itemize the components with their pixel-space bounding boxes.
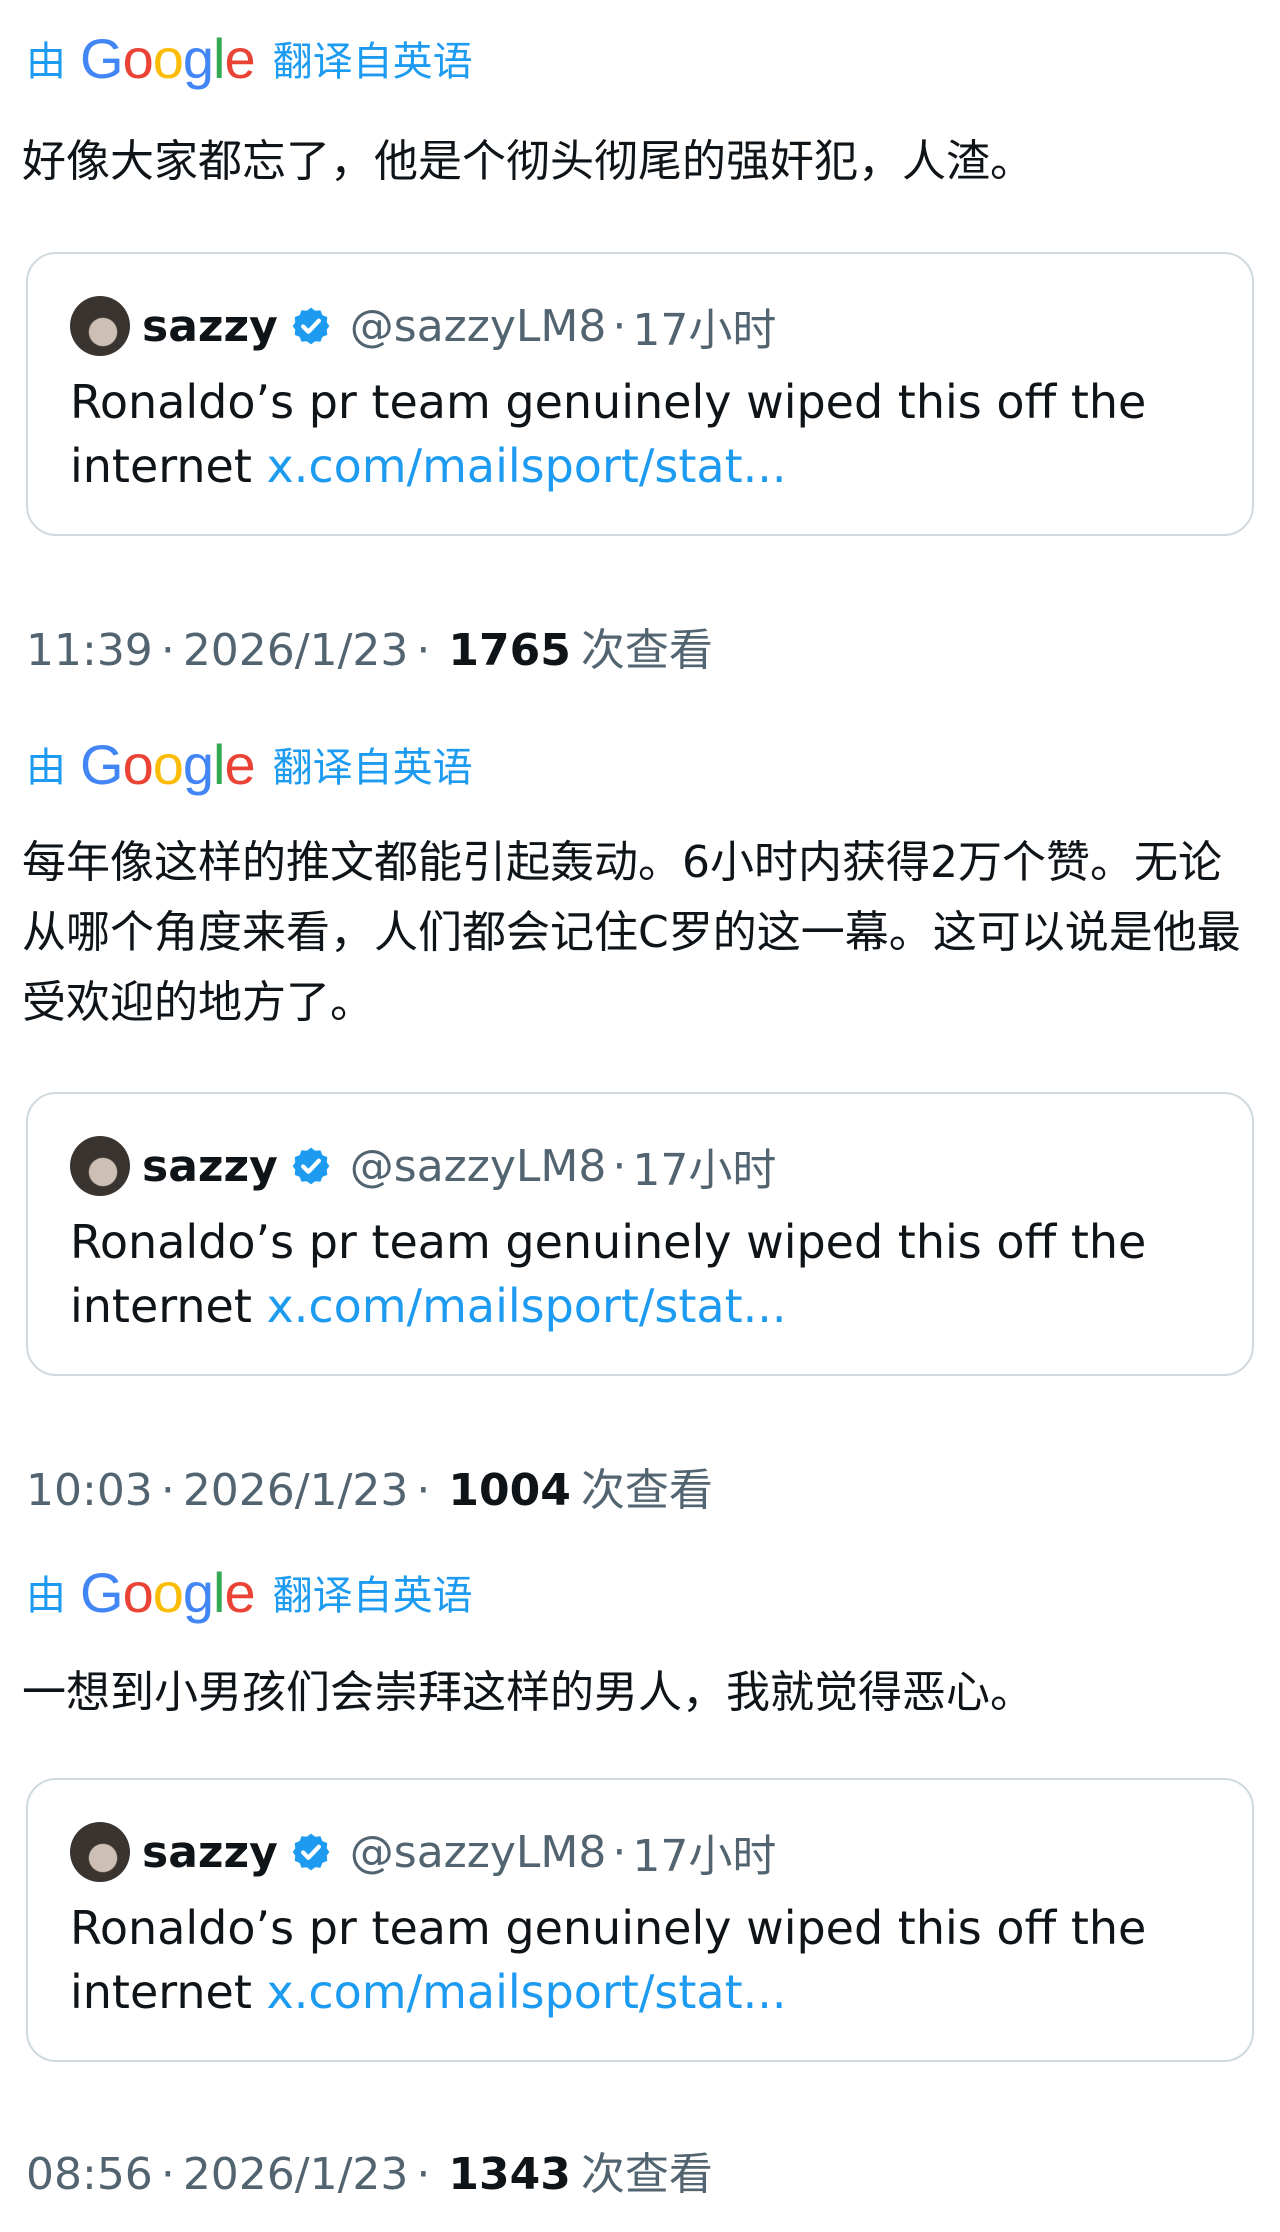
separator: · (160, 625, 175, 676)
quote-time[interactable]: 17小时 (632, 1134, 776, 1198)
translated-by-google[interactable]: 由 Google 翻译自英语 (26, 26, 473, 90)
quote-header: sazzy @sazzyLM8 · 17小时 (70, 296, 776, 356)
translate-suffix: 翻译自英语 (272, 745, 473, 791)
separator: · (416, 625, 431, 676)
translated-by-google[interactable]: 由 Google 翻译自英语 (26, 1560, 473, 1624)
views-label: 次查看 (580, 1465, 713, 1516)
quoted-tweet[interactable]: sazzy @sazzyLM8 · 17小时 Ronaldo’s pr team… (26, 1778, 1254, 2062)
translate-suffix: 翻译自英语 (272, 39, 473, 85)
quote-handle[interactable]: @sazzyLM8 (350, 301, 607, 352)
quote-header: sazzy @sazzyLM8 · 17小时 (70, 1822, 776, 1882)
verified-badge-icon (292, 307, 330, 345)
quoted-tweet[interactable]: sazzy @sazzyLM8 · 17小时 Ronaldo’s pr team… (26, 252, 1254, 536)
quote-handle[interactable]: @sazzyLM8 (350, 1827, 607, 1878)
quote-author-name[interactable]: sazzy (142, 301, 278, 352)
translate-prefix: 由 (26, 1573, 66, 1619)
quote-time[interactable]: 17小时 (632, 1820, 776, 1884)
quote-author-name[interactable]: sazzy (142, 1827, 278, 1878)
post-time[interactable]: 10:03 (26, 1465, 153, 1516)
tweet-text: 好像大家都忘了，他是个彻头彻尾的强奸犯，人渣。 (22, 136, 1034, 187)
post-time[interactable]: 08:56 (26, 2149, 153, 2200)
quote-separator: · (612, 1826, 627, 1878)
post-timestamp: 10:03 · 2026/1/23 · 1004 次查看 (26, 1454, 713, 1518)
separator: · (160, 2149, 175, 2200)
post-date[interactable]: 2026/1/23 (183, 625, 409, 676)
translate-prefix: 由 (26, 745, 66, 791)
views-label: 次查看 (580, 625, 713, 676)
quote-separator: · (612, 300, 627, 352)
view-count: 1765 (448, 625, 571, 676)
views-label: 次查看 (580, 2149, 713, 2200)
quote-body: Ronaldo’s pr team genuinely wiped this o… (70, 370, 1216, 498)
quoted-tweet[interactable]: sazzy @sazzyLM8 · 17小时 Ronaldo’s pr team… (26, 1092, 1254, 1376)
avatar[interactable] (70, 1822, 130, 1882)
separator: · (416, 2149, 431, 2200)
translate-prefix: 由 (26, 39, 66, 85)
separator: · (160, 1465, 175, 1516)
quote-time[interactable]: 17小时 (632, 294, 776, 358)
quote-separator: · (612, 1140, 627, 1192)
post-1: 由 Google 翻译自英语 好像大家都忘了，他是个彻头彻尾的强奸犯，人渣。 s… (0, 0, 1280, 700)
post-date[interactable]: 2026/1/23 (183, 2149, 409, 2200)
verified-badge-icon (292, 1147, 330, 1185)
tweet-text: 一想到小男孩们会崇拜这样的男人，我就觉得恶心。 (22, 1667, 1034, 1718)
verified-badge-icon (292, 1833, 330, 1871)
translated-by-google[interactable]: 由 Google 翻译自英语 (26, 732, 473, 796)
google-logo: Google (80, 1560, 256, 1624)
avatar[interactable] (70, 1136, 130, 1196)
view-count: 1343 (448, 2149, 571, 2200)
google-logo: Google (80, 26, 256, 90)
post-time[interactable]: 11:39 (26, 625, 153, 676)
quote-body: Ronaldo’s pr team genuinely wiped this o… (70, 1210, 1216, 1338)
quote-header: sazzy @sazzyLM8 · 17小时 (70, 1136, 776, 1196)
quote-link[interactable]: x.com/mailsport/stat... (267, 439, 787, 493)
quote-author-name[interactable]: sazzy (142, 1141, 278, 1192)
post-2: 由 Google 翻译自英语 每年像这样的推文都能引起轰动。6小时内获得2万个赞… (0, 700, 1280, 1540)
post-timestamp: 11:39 · 2026/1/23 · 1765 次查看 (26, 614, 713, 678)
post-date[interactable]: 2026/1/23 (183, 1465, 409, 1516)
quote-link[interactable]: x.com/mailsport/stat... (267, 1279, 787, 1333)
google-logo: Google (80, 732, 256, 796)
separator: · (416, 1465, 431, 1516)
translate-suffix: 翻译自英语 (272, 1573, 473, 1619)
view-count: 1004 (448, 1465, 571, 1516)
quote-link[interactable]: x.com/mailsport/stat... (267, 1965, 787, 2019)
tweet-text: 每年像这样的推文都能引起轰动。6小时内获得2万个赞。无论从哪个角度来看，人们都会… (22, 837, 1241, 1028)
quote-body: Ronaldo’s pr team genuinely wiped this o… (70, 1896, 1216, 2024)
post-3: 由 Google 翻译自英语 一想到小男孩们会崇拜这样的男人，我就觉得恶心。 s… (0, 1540, 1280, 2232)
quote-handle[interactable]: @sazzyLM8 (350, 1141, 607, 1192)
post-timestamp: 08:56 · 2026/1/23 · 1343 次查看 (26, 2138, 713, 2202)
avatar[interactable] (70, 296, 130, 356)
